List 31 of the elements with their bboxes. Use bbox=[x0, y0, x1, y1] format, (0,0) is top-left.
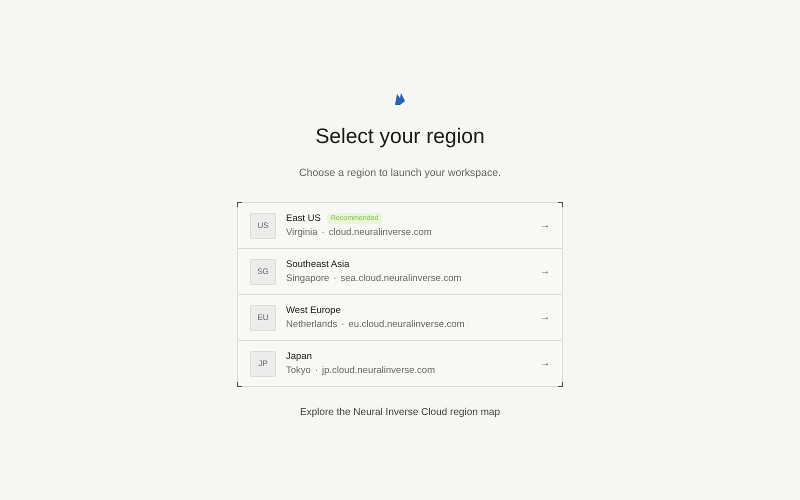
region-name: East US bbox=[286, 213, 321, 224]
region-name: West Europe bbox=[286, 305, 341, 316]
region-code-tile: JP bbox=[250, 350, 276, 376]
separator-dot: · bbox=[322, 227, 325, 238]
arrow-icon: → bbox=[540, 220, 550, 231]
separator-dot: · bbox=[333, 273, 336, 284]
separator-dot: · bbox=[341, 319, 344, 330]
region-host: cloud.neuralinverse.com bbox=[328, 227, 432, 238]
region-name: Japan bbox=[286, 351, 312, 362]
region-host: sea.cloud.neuralinverse.com bbox=[340, 273, 462, 284]
page-title: Select your region bbox=[315, 124, 485, 150]
region-option[interactable]: SG Southeast Asia Singapore · sea.cloud.neuralinverse.com → bbox=[238, 248, 562, 294]
region-host: eu.cloud.neuralinverse.com bbox=[348, 319, 465, 330]
region-map-link[interactable]: Explore the Neural Inverse Cloud region map bbox=[300, 407, 500, 418]
region-location: Virginia bbox=[286, 227, 318, 238]
region-code-tile: SG bbox=[250, 258, 276, 284]
separator-dot: · bbox=[314, 365, 318, 376]
page-subtitle: Choose a region to launch your workspace. bbox=[299, 166, 501, 180]
region-location: Tokyo bbox=[286, 365, 311, 376]
region-code-tile: US bbox=[250, 212, 276, 238]
logo-icon bbox=[394, 92, 406, 106]
arrow-icon: → bbox=[540, 358, 550, 369]
region-option[interactable]: JP Japan Tokyo · jp.cloud.neuralinverse.com → bbox=[238, 340, 562, 386]
region-location: Netherlands bbox=[286, 319, 338, 330]
region-code-tile: EU bbox=[250, 304, 276, 330]
region-host: jp.cloud.neuralinverse.com bbox=[322, 365, 436, 376]
region-option[interactable]: EU West Europe Netherlands · eu.cloud.neuralinverse.com → bbox=[238, 294, 562, 340]
region-name: Southeast Asia bbox=[286, 259, 350, 270]
arrow-icon: → bbox=[540, 266, 550, 277]
region-location: Singapore bbox=[286, 273, 330, 284]
arrow-icon: → bbox=[540, 312, 550, 323]
